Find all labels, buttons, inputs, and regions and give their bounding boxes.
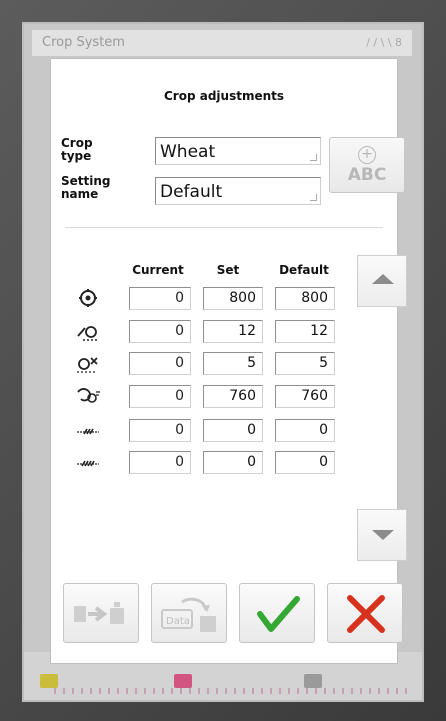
row-sieve-default: 5 [275, 352, 335, 375]
row-lower-sieve-current: 0 [129, 451, 191, 474]
plus-icon: + [358, 146, 376, 164]
sieve-icon [77, 357, 98, 373]
svg-text:Data: Data [166, 616, 190, 627]
crop-type-field[interactable]: Wheat [155, 137, 321, 165]
cancel-button[interactable] [327, 583, 403, 643]
scroll-up-button[interactable] [357, 255, 407, 307]
row-upper-sieve-default: 0 [275, 419, 335, 442]
upper-sieve-icon [77, 428, 99, 435]
transfer-button[interactable] [63, 583, 139, 643]
row-lower-sieve-default: 0 [275, 451, 335, 474]
checkmark-icon [257, 596, 300, 632]
cylinder-speed-icon [79, 289, 97, 307]
setting-name-field[interactable]: Default [155, 177, 321, 205]
data-save-button[interactable]: Data [151, 583, 227, 643]
add-text-button[interactable]: + ABC [329, 137, 405, 193]
lower-sieve-icon [77, 460, 99, 467]
setting-name-label: Setting name [61, 174, 111, 201]
transfer-icon [74, 602, 124, 624]
row-lower-sieve-set[interactable]: 0 [203, 451, 263, 474]
column-header-current: Current [132, 263, 184, 277]
row-sieve-set[interactable]: 5 [203, 352, 263, 375]
lock-icon [304, 674, 322, 688]
setting-name-value: Default [160, 182, 223, 202]
data-save-icon: Data [161, 597, 216, 632]
background-title-right: / / \ \ 8 [366, 36, 402, 49]
arrow-up-icon [372, 274, 394, 284]
scroll-down-button[interactable] [357, 509, 407, 561]
crop-type-value: Wheat [160, 142, 216, 162]
row-cylinder-current: 0 [129, 287, 191, 310]
arrow-down-icon [372, 530, 394, 540]
row-upper-sieve-set[interactable]: 0 [203, 419, 263, 442]
concave-clearance-icon [77, 326, 99, 341]
status-icon-left [40, 674, 58, 688]
row-fan-default: 760 [275, 385, 335, 408]
abc-icon: ABC [347, 165, 387, 185]
row-fan-set[interactable]: 760 [203, 385, 263, 408]
row-upper-sieve-current: 0 [129, 419, 191, 442]
crop-type-label: Crop type [61, 136, 93, 163]
crop-adjustments-dialog: Crop adjustments Crop type Wheat Setting… [50, 58, 407, 664]
divider [65, 227, 383, 228]
background-title-text: Crop System [42, 35, 125, 50]
close-icon [347, 595, 385, 633]
row-cylinder-default: 800 [275, 287, 335, 310]
background-window-title: Crop System / / \ \ 8 [32, 30, 412, 56]
column-header-set: Set [216, 263, 240, 277]
fan-speed-icon [77, 388, 100, 403]
dialog-title: Crop adjustments [163, 89, 285, 103]
accept-button[interactable] [239, 583, 315, 643]
status-bar-pattern [54, 688, 412, 694]
row-fan-current: 0 [129, 385, 191, 408]
row-concave-set[interactable]: 12 [203, 320, 263, 343]
column-header-default: Default [279, 263, 329, 277]
row-concave-current: 0 [129, 320, 191, 343]
row-concave-default: 12 [275, 320, 335, 343]
row-cylinder-set[interactable]: 800 [203, 287, 263, 310]
row-sieve-current: 0 [129, 352, 191, 375]
status-icon-mid [174, 674, 192, 688]
